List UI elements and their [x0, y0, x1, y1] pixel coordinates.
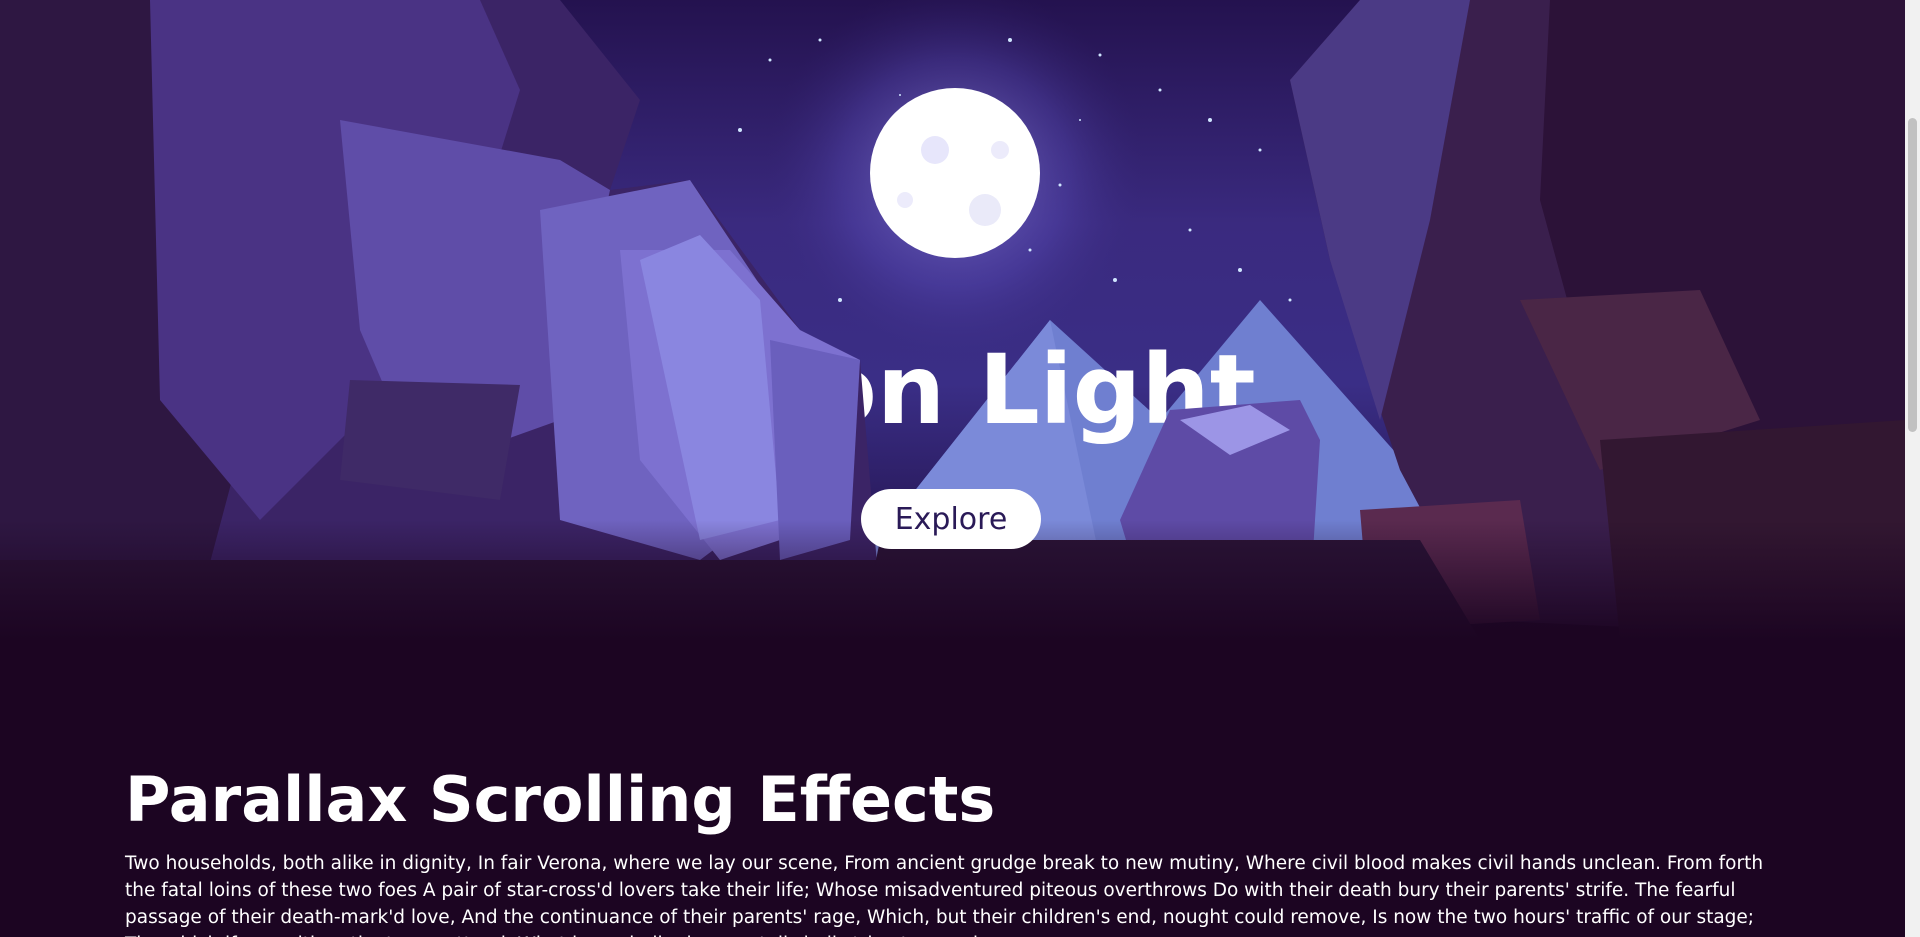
- explore-button[interactable]: Explore: [861, 489, 1041, 549]
- hero-title: Moon Light: [649, 334, 1256, 446]
- hero-section: Moon Light Explore: [0, 0, 1905, 640]
- page: Moon Light Explore Parallax Scrolling Ef…: [0, 0, 1905, 937]
- article-body: Two households, both alike in dignity, I…: [125, 853, 1764, 937]
- vertical-scrollbar[interactable]: [1905, 0, 1920, 937]
- article-section: Parallax Scrolling Effects Two household…: [125, 760, 1780, 937]
- article-heading: Parallax Scrolling Effects: [125, 763, 996, 836]
- moon-icon: [870, 88, 1040, 258]
- scrollbar-thumb[interactable]: [1908, 118, 1917, 432]
